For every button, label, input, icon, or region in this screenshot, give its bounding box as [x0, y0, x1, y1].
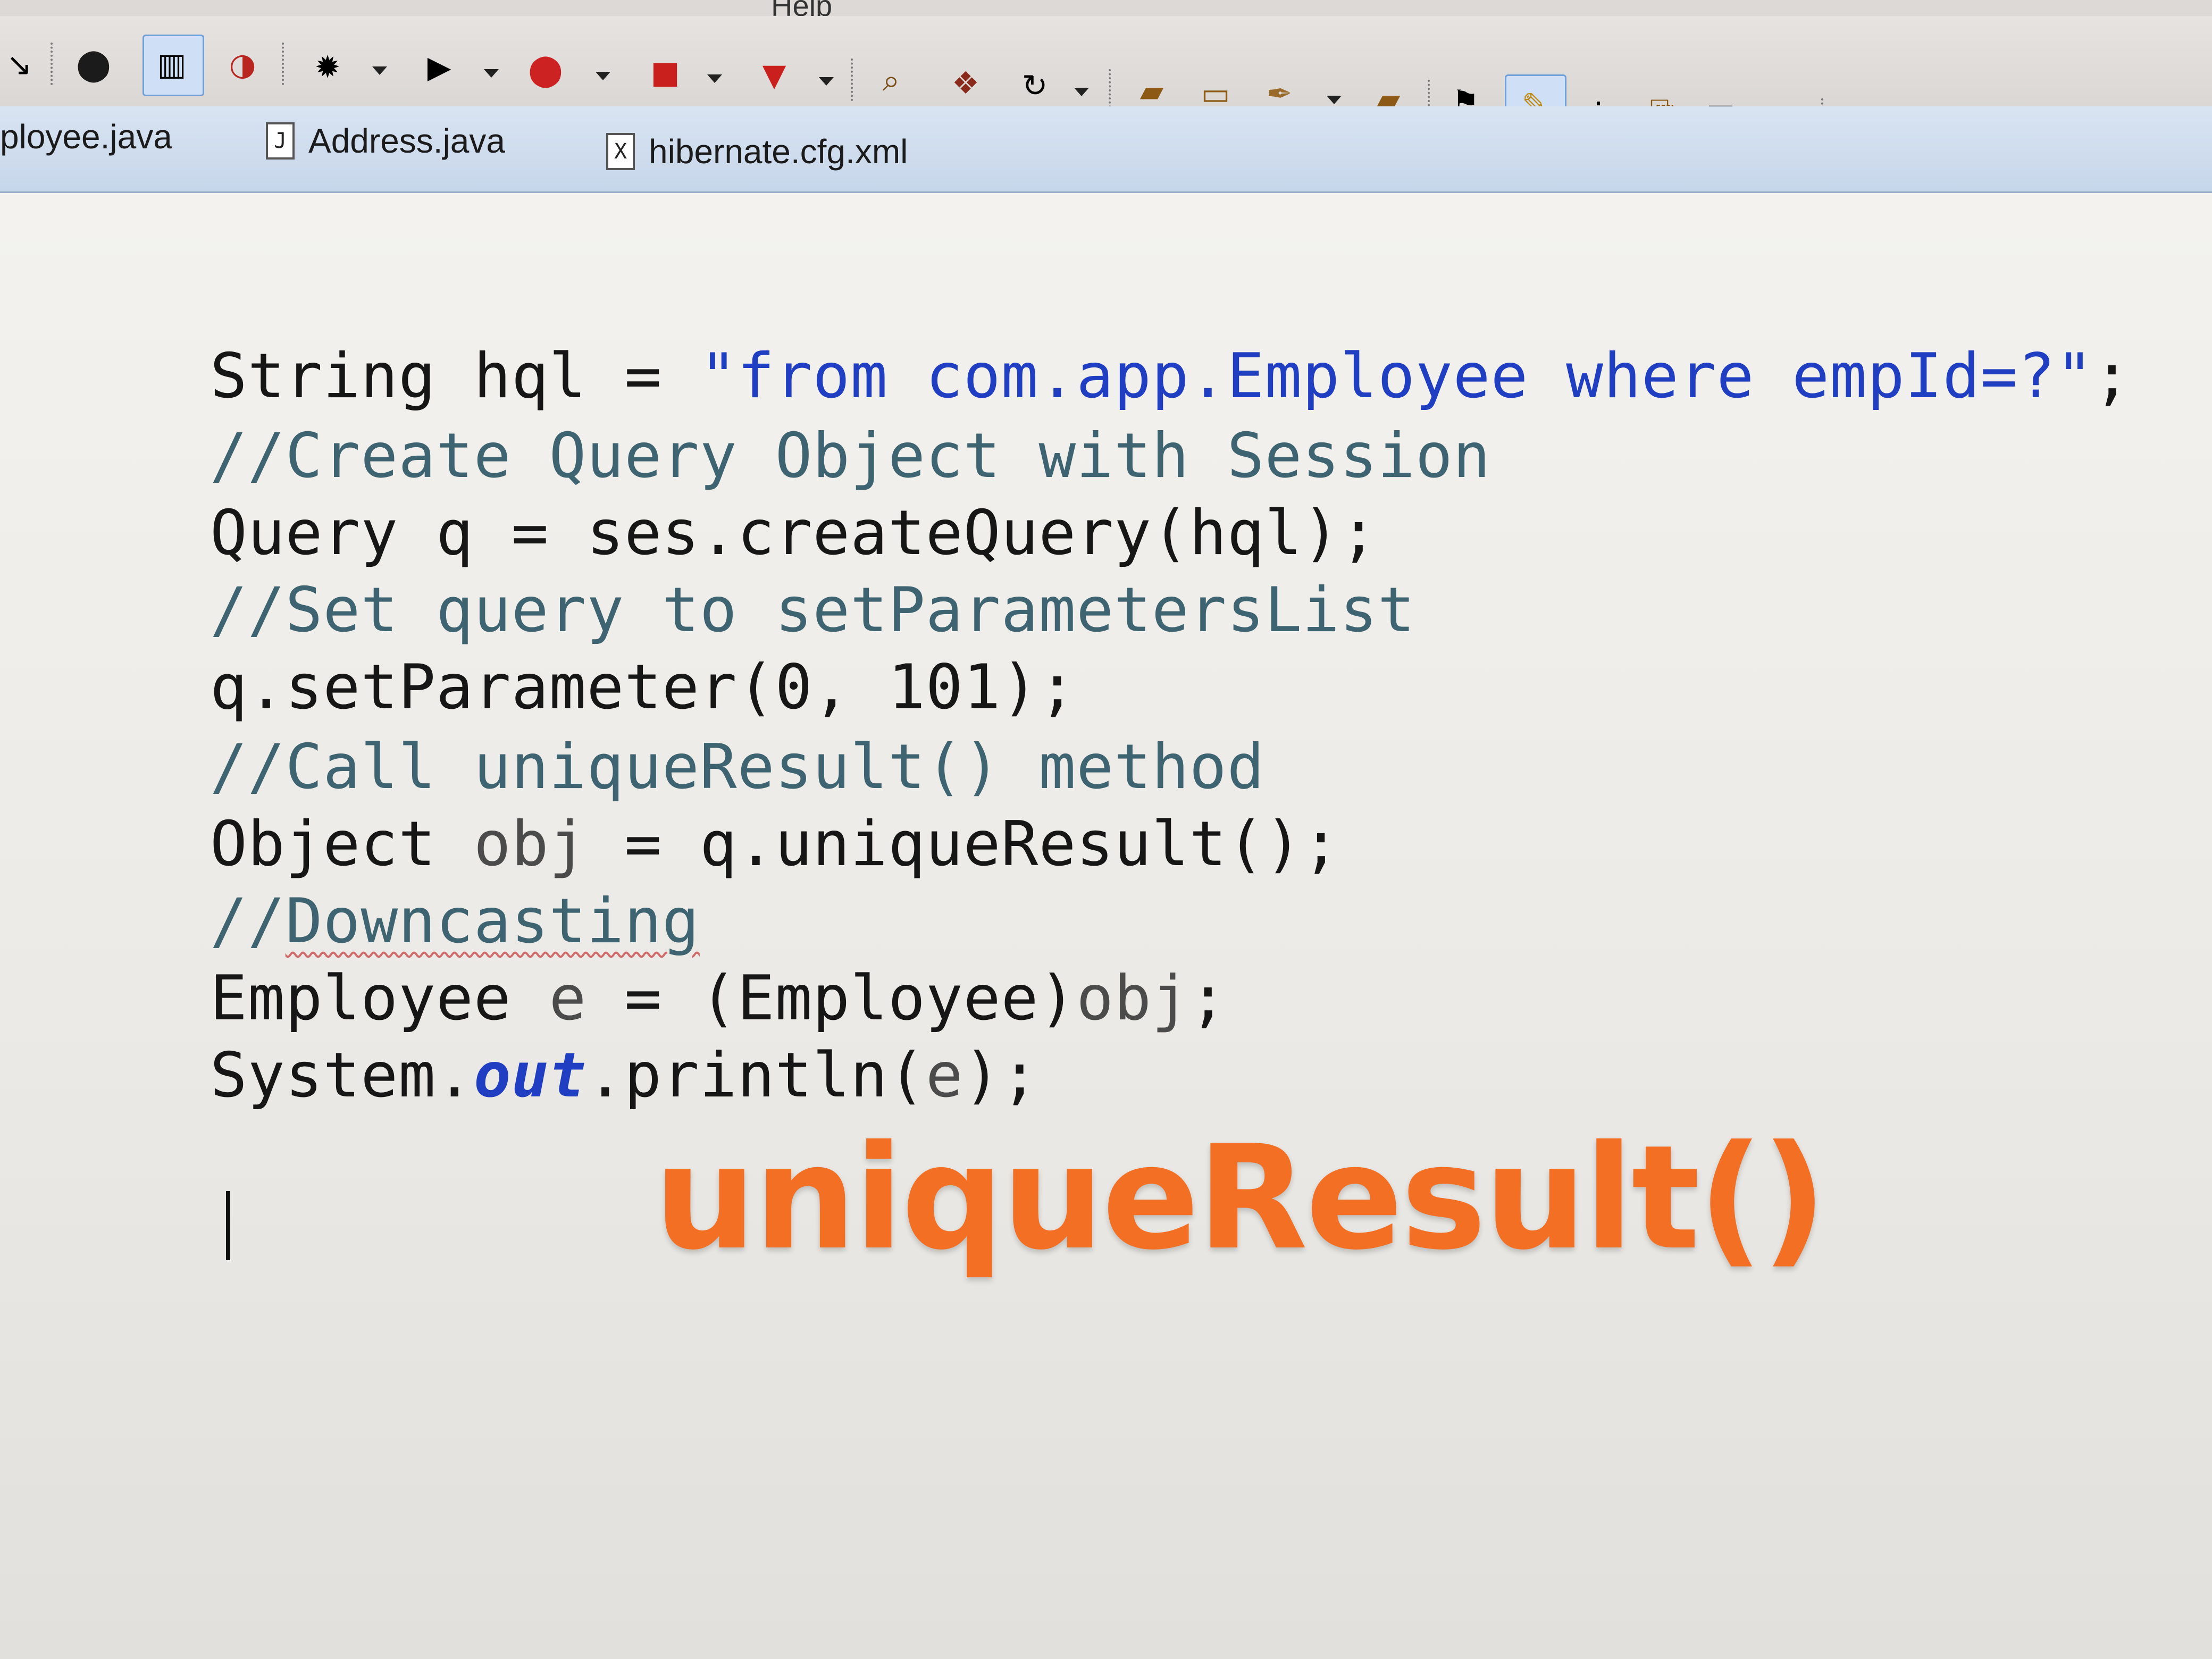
code-text: String hql = — [210, 340, 700, 412]
code-text: Employee — [210, 962, 549, 1034]
overlay-title: uniqueResult() — [654, 1114, 1827, 1281]
xml-file-icon: X — [606, 133, 635, 170]
java-file-icon: J — [266, 122, 295, 160]
toolbar-separator — [851, 58, 856, 101]
perspective-icon[interactable]: ◑ — [223, 45, 262, 83]
variable-name: e — [925, 1040, 963, 1111]
editor-tab-bar: ployee.java J Address.java X hibernate.c… — [0, 106, 2212, 193]
code-text: ; — [2093, 340, 2131, 412]
code-text: = q.uniqueResult(); — [586, 808, 1340, 880]
toolbar-separator — [282, 43, 287, 85]
bug-dropdown-icon[interactable] — [372, 66, 387, 75]
tab-address-java[interactable]: J Address.java — [266, 121, 505, 161]
bug-icon[interactable]: ✹ — [308, 48, 347, 86]
run-icon[interactable]: ▶ — [420, 48, 458, 86]
run-external-icon[interactable]: ⬤ — [526, 51, 565, 89]
variable-name: obj — [1076, 962, 1189, 1034]
code-text: ; — [1189, 962, 1227, 1034]
tool-dropdown-icon[interactable] — [1327, 96, 1342, 104]
toolbar-separator — [51, 43, 56, 85]
refresh-dropdown-icon[interactable] — [1074, 88, 1089, 96]
code-line-7: Object obj = q.uniqueResult(); — [210, 808, 1340, 880]
tab-employee-java[interactable]: ployee.java — [0, 117, 172, 156]
code-text: .println( — [586, 1040, 926, 1111]
layout-icon[interactable]: ▥ — [153, 45, 191, 83]
code-line-6: //Call uniqueResult() method — [210, 731, 1265, 803]
code-line-5: q.setParameter(0, 101); — [210, 651, 1077, 723]
tab-label: Address.java — [308, 122, 505, 160]
code-text: System. — [210, 1040, 474, 1111]
open-folder-icon[interactable]: ▰ — [1133, 72, 1171, 110]
search-icon[interactable]: ⌕ — [872, 61, 910, 99]
text-caret — [226, 1191, 230, 1260]
code-line-2: //Create Query Object with Session — [210, 420, 1491, 492]
tab-label: hibernate.cfg.xml — [649, 132, 908, 171]
spellcheck-word: Downcasting — [285, 885, 700, 957]
run-dropdown-icon[interactable] — [484, 69, 499, 78]
run-external-dropdown-icon[interactable] — [596, 72, 610, 80]
code-line-9: Employee e = (Employee)obj; — [210, 962, 1227, 1034]
code-line-8: //Downcasting — [210, 885, 700, 957]
tab-hibernate-cfg-xml[interactable]: X hibernate.cfg.xml — [606, 132, 908, 171]
menu-bar: Help — [0, 0, 2212, 22]
toolbar-separator — [1109, 69, 1114, 112]
code-text: = (Employee) — [586, 962, 1077, 1034]
code-line-3: Query q = ses.createQuery(hql); — [210, 497, 1378, 569]
package-icon[interactable]: ❖ — [946, 64, 985, 102]
code-text: Object — [210, 808, 474, 880]
string-literal: "from com.app.Employee where empId=?" — [699, 340, 2093, 412]
refresh-icon[interactable]: ↻ — [1016, 66, 1054, 105]
tab-label: ployee.java — [0, 118, 172, 156]
step-icon[interactable]: ▼ — [755, 56, 793, 94]
code-line-1: String hql = "from com.app.Employee wher… — [210, 340, 2131, 412]
variable-name: e — [549, 962, 587, 1034]
variable-name: obj — [473, 808, 587, 880]
stop-dropdown-icon[interactable] — [707, 74, 722, 83]
code-text: ); — [963, 1040, 1039, 1111]
stop-icon[interactable]: ■ — [646, 53, 684, 91]
code-line-4: //Set query to setParametersList — [210, 574, 1415, 646]
step-dropdown-icon[interactable] — [819, 77, 834, 86]
debug-icon[interactable]: ⬤ — [74, 45, 113, 83]
code-text: // — [210, 885, 286, 957]
code-line-10: System.out.println(e); — [210, 1040, 1038, 1111]
static-field: out — [473, 1040, 587, 1111]
arrow-icon[interactable]: ↘ — [0, 45, 38, 83]
